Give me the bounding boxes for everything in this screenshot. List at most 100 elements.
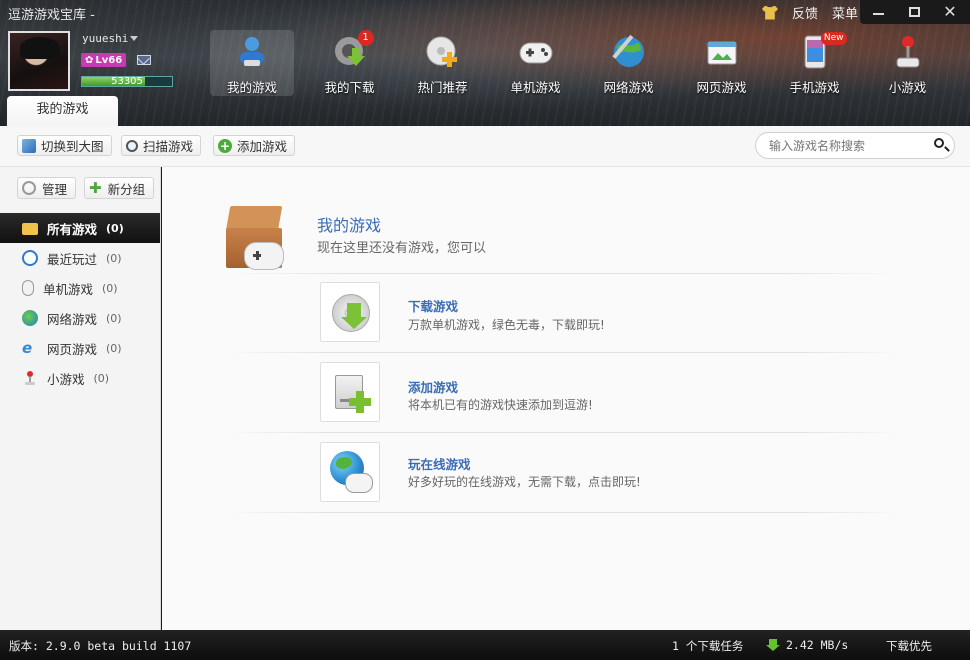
clock-icon (22, 250, 38, 266)
action-title[interactable]: 下载游戏 (408, 296, 458, 315)
add-game-button[interactable]: + 添加游戏 (213, 135, 296, 156)
action-desc: 好多好玩的在线游戏，无需下载，点击即玩! (408, 475, 641, 489)
download-speed: 2.42 MB/s (786, 638, 849, 652)
button-label: 切换到大图 (41, 139, 104, 154)
sidebar-item-online[interactable]: 网络游戏 (0) (0, 303, 160, 333)
nav-label: 我的下载 (324, 80, 375, 95)
action-title[interactable]: 玩在线游戏 (408, 454, 471, 473)
phone-icon: New (797, 32, 847, 70)
button-label: 扫描游戏 (143, 139, 194, 154)
maximize-icon (908, 7, 920, 17)
divider (224, 273, 904, 274)
nav-mini-games[interactable]: 小游戏 (861, 30, 954, 96)
action-title[interactable]: 添加游戏 (408, 377, 458, 396)
tab-my-games[interactable]: 我的游戏 (7, 96, 118, 126)
ie-browser-icon: e (22, 339, 33, 357)
plus-icon (349, 391, 371, 413)
username[interactable]: yuueshi (82, 32, 128, 45)
download-priority-toggle[interactable]: 下载优先 (886, 638, 932, 654)
sidebar-item-label: 所有游戏 (47, 221, 98, 237)
picture-icon (22, 138, 36, 153)
action-online-games: 玩在线游戏 好多好玩的在线游戏，无需下载，点击即玩! (224, 442, 904, 522)
nav-my-downloads[interactable]: 1 我的下载 (303, 30, 396, 96)
nav-label: 单机游戏 (510, 80, 561, 95)
folder-icon (22, 223, 38, 235)
status-bar: 版本: 2.9.0 beta build 1107 1 个下载任务 2.42 M… (0, 630, 970, 660)
sidebar-item-all-games[interactable]: 所有游戏 (0) (0, 213, 160, 243)
search-icon[interactable] (934, 138, 944, 148)
close-button[interactable]: ✕ (932, 0, 968, 24)
menu-link[interactable]: 菜单 (832, 3, 858, 22)
level-text: Lv66 (95, 54, 123, 66)
online-game-icon (611, 34, 647, 70)
avatar[interactable] (8, 31, 70, 91)
nav-label: 网络游戏 (603, 80, 654, 95)
download-icon: 1 (332, 30, 374, 70)
search-input[interactable] (769, 133, 929, 158)
new-group-button[interactable]: ✚ 新分组 (84, 177, 155, 199)
level-star-icon: ✿ (85, 54, 94, 66)
page-title: 我的游戏 (317, 216, 382, 235)
sidebar-item-label: 网页游戏 (47, 341, 98, 357)
joystick-icon (890, 34, 926, 70)
feedback-link[interactable]: 反馈 (792, 3, 818, 22)
switch-large-view-button[interactable]: 切换到大图 (17, 135, 112, 156)
joystick-icon (22, 370, 38, 386)
hot-recommend-icon (425, 34, 461, 70)
gamepad-icon (345, 473, 373, 493)
main-nav: 我的游戏 1 我的下载 热门推荐 单机游戏 网络游戏 网页游戏 New 手机游戏… (210, 30, 954, 96)
magnifier-icon (126, 139, 138, 152)
game-box-icon (224, 202, 288, 272)
version-text: 版本: 2.9.0 beta build 1107 (9, 639, 192, 653)
action-desc: 将本机已有的游戏快速添加到逗游! (408, 398, 593, 412)
plus-icon: ✚ (89, 179, 102, 197)
main-content: 我的游戏 现在这里还没有游戏，您可以 下载游戏 万款单机游戏，绿色无毒，下载即玩… (162, 167, 970, 630)
add-games-button[interactable] (320, 362, 380, 422)
minimize-button[interactable] (860, 0, 896, 24)
user-dropdown-icon[interactable] (130, 36, 138, 41)
scan-games-button[interactable]: 扫描游戏 (121, 135, 202, 156)
download-tasks[interactable]: 1 个下载任务 (672, 638, 743, 654)
exp-value: 53305 (111, 76, 143, 87)
sidebar-item-web[interactable]: e 网页游戏 (0) (0, 333, 160, 363)
nav-mobile-games[interactable]: New 手机游戏 (768, 30, 861, 96)
divider (224, 352, 904, 353)
nav-label: 手机游戏 (789, 80, 840, 95)
divider (224, 512, 904, 513)
sidebar-item-label: 网络游戏 (47, 311, 98, 327)
sidebar-item-count: (0) (106, 221, 124, 235)
sidebar-item-count: (0) (106, 251, 122, 265)
manage-button[interactable]: 管理 (17, 177, 77, 199)
level-badge[interactable]: ✿ Lv66 (81, 53, 127, 67)
skin-shirt-icon[interactable] (761, 5, 778, 20)
nav-single-games[interactable]: 单机游戏 (489, 30, 582, 96)
online-games-button[interactable] (320, 442, 380, 502)
minimize-icon (872, 13, 884, 15)
divider (224, 432, 904, 433)
nav-label: 网页游戏 (696, 80, 747, 95)
sidebar-item-count: (0) (106, 341, 122, 355)
maximize-button[interactable] (896, 0, 932, 24)
sidebar-item-label: 单机游戏 (43, 281, 94, 297)
button-label: 新分组 (107, 181, 146, 197)
download-speed-icon (766, 639, 780, 651)
new-badge: New (820, 32, 847, 45)
exp-bar: 53305 (81, 76, 173, 87)
nav-hot-recommend[interactable]: 热门推荐 (396, 30, 489, 96)
sidebar-item-mini[interactable]: 小游戏 (0) (0, 363, 160, 393)
sidebar-item-count: (0) (93, 371, 110, 385)
nav-online-games[interactable]: 网络游戏 (582, 30, 675, 96)
sidebar-item-count: (0) (106, 311, 122, 325)
my-games-icon (234, 34, 270, 70)
download-games-button[interactable] (320, 282, 380, 342)
page-subtitle: 现在这里还没有游戏，您可以 (317, 241, 487, 256)
mail-icon[interactable] (137, 55, 151, 65)
nav-my-games[interactable]: 我的游戏 (210, 30, 294, 96)
sidebar-item-recent[interactable]: 最近玩过 (0) (0, 243, 160, 273)
sidebar-item-single[interactable]: 单机游戏 (0) (0, 273, 160, 303)
sidebar-item-count: (0) (102, 281, 118, 295)
nav-web-games[interactable]: 网页游戏 (675, 30, 768, 96)
close-icon: ✕ (943, 2, 957, 21)
category-list: 所有游戏 (0) 最近玩过 (0) 单机游戏 (0) 网络游戏 (0) e 网页… (0, 213, 160, 393)
header-banner: 逗游游戏宝库 - 反馈 菜单 ✕ yuueshi ✿ Lv66 53305 我的… (0, 0, 970, 126)
